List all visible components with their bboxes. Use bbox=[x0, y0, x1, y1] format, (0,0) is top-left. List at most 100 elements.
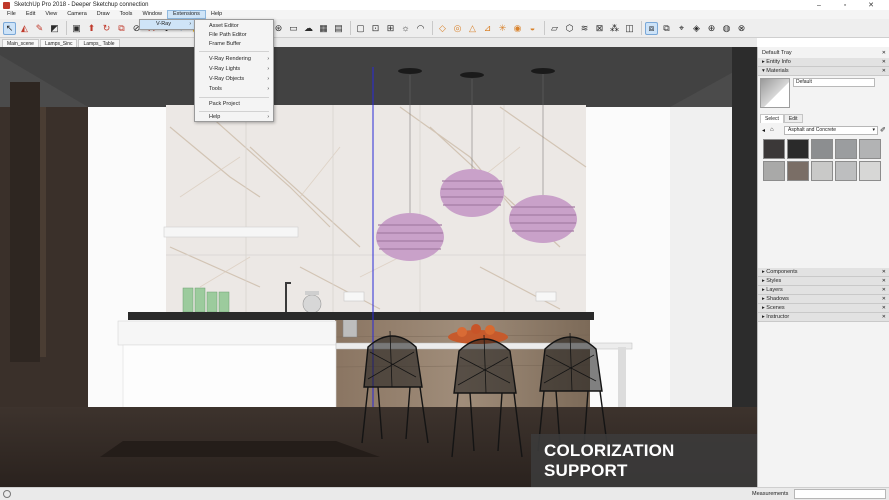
panel-scenes[interactable]: ▸ Scenes ✕ bbox=[758, 304, 889, 313]
close-icon[interactable]: ✕ bbox=[882, 277, 886, 286]
menu-item-tools[interactable]: Tools › bbox=[195, 85, 273, 94]
offset-icon[interactable]: ⧉ bbox=[115, 22, 128, 35]
ext-d-icon[interactable]: ◍ bbox=[720, 22, 733, 35]
material-swatch[interactable] bbox=[835, 139, 857, 159]
push-pull-icon[interactable]: ⬆ bbox=[85, 22, 98, 35]
box-icon[interactable]: ▣ bbox=[70, 22, 83, 35]
close-icon[interactable]: ✕ bbox=[882, 313, 886, 322]
material-swatch[interactable] bbox=[811, 161, 833, 181]
mesh-light-icon[interactable]: ◉ bbox=[511, 22, 524, 35]
menu-item-frame-buffer[interactable]: Frame Buffer bbox=[195, 40, 273, 49]
info-icon[interactable] bbox=[3, 490, 11, 498]
menu-camera[interactable]: Camera bbox=[62, 10, 92, 19]
vray-interactive-icon[interactable]: ▭ bbox=[287, 22, 300, 35]
home-icon[interactable]: ⌂ bbox=[770, 127, 774, 133]
measurements-input[interactable] bbox=[794, 489, 886, 499]
mesh-clipper-icon[interactable]: ⊠ bbox=[593, 22, 606, 35]
omni-light-icon[interactable]: ✳ bbox=[496, 22, 509, 35]
menu-item-vray[interactable]: V-Ray › bbox=[140, 20, 194, 29]
ext-a-icon[interactable]: ⌖ bbox=[675, 22, 688, 35]
scene-tab-lamps-sinc[interactable]: Lamps_Sinc bbox=[39, 39, 78, 47]
menu-item-help[interactable]: Help › bbox=[195, 113, 273, 122]
sphere-light-icon[interactable]: ◎ bbox=[451, 22, 464, 35]
proxy-icon[interactable]: ⬡ bbox=[563, 22, 576, 35]
vray-frame-buffer-icon[interactable]: ▦ bbox=[317, 22, 330, 35]
spot-light-icon[interactable]: △ bbox=[466, 22, 479, 35]
grid-icon[interactable]: ⊞ bbox=[384, 22, 397, 35]
menu-item-file-path-editor[interactable]: File Path Editor bbox=[195, 31, 273, 40]
material-swatch[interactable] bbox=[787, 161, 809, 181]
close-icon[interactable]: ✕ bbox=[882, 49, 886, 58]
panel-materials[interactable]: ▾ Materials ✕ bbox=[758, 67, 889, 76]
menu-draw[interactable]: Draw bbox=[92, 10, 115, 19]
close-icon[interactable]: ✕ bbox=[882, 295, 886, 304]
material-swatch[interactable] bbox=[811, 139, 833, 159]
close-icon[interactable]: ✕ bbox=[882, 286, 886, 295]
menu-item-asset-editor[interactable]: Asset Editor bbox=[195, 22, 273, 31]
material-name-field[interactable]: Default bbox=[793, 78, 875, 87]
fur-icon[interactable]: ≋ bbox=[578, 22, 591, 35]
line-icon[interactable]: ✎ bbox=[33, 22, 46, 35]
back-icon[interactable]: ◂ bbox=[762, 127, 765, 134]
tab-edit[interactable]: Edit bbox=[783, 114, 803, 123]
menu-window[interactable]: Window bbox=[137, 10, 167, 19]
panel-shadows[interactable]: ▸ Shadows ✕ bbox=[758, 295, 889, 304]
material-swatch[interactable] bbox=[787, 139, 809, 159]
model-viewport[interactable]: COLORIZATION SUPPORT bbox=[0, 47, 757, 487]
scatter-icon[interactable]: ⁂ bbox=[608, 22, 621, 35]
close-button[interactable]: ✕ bbox=[858, 0, 884, 10]
menu-item-vray-rendering[interactable]: V-Ray Rendering › bbox=[195, 55, 273, 64]
close-icon[interactable]: ✕ bbox=[882, 268, 886, 277]
menu-view[interactable]: View bbox=[40, 10, 62, 19]
material-swatch[interactable] bbox=[859, 139, 881, 159]
tab-select[interactable]: Select bbox=[760, 114, 784, 123]
close-icon[interactable]: ✕ bbox=[882, 304, 886, 313]
eyedropper-icon[interactable]: ✐ bbox=[880, 126, 886, 134]
panel-components[interactable]: ▸ Components ✕ bbox=[758, 268, 889, 277]
camera-icon[interactable]: ⊡ bbox=[369, 22, 382, 35]
rotate-icon[interactable]: ↻ bbox=[100, 22, 113, 35]
scene-interact-icon[interactable]: ◫ bbox=[623, 22, 636, 35]
panel-layers[interactable]: ▸ Layers ✕ bbox=[758, 286, 889, 295]
ext-c-icon[interactable]: ⊕ bbox=[705, 22, 718, 35]
material-library-select[interactable]: Asphalt and Concrete ▾ bbox=[784, 126, 878, 135]
maximize-button[interactable]: ▫ bbox=[832, 0, 858, 10]
vray-cloud-icon[interactable]: ☁ bbox=[302, 22, 315, 35]
menu-item-vray-objects[interactable]: V-Ray Objects › bbox=[195, 75, 273, 84]
scene-tab-lamps-table[interactable]: Lamps_ Table bbox=[78, 39, 120, 47]
window-icon[interactable]: ▢ bbox=[354, 22, 367, 35]
menu-item-pack-project[interactable]: Pack Project bbox=[195, 100, 273, 109]
panel-entity-info[interactable]: ▸ Entity Info ✕ bbox=[758, 58, 889, 67]
menu-item-vray-lights[interactable]: V-Ray Lights › bbox=[195, 65, 273, 74]
scene-tab-main[interactable]: Main_scene bbox=[2, 39, 39, 47]
infinite-plane-icon[interactable]: ▱ bbox=[548, 22, 561, 35]
menu-edit[interactable]: Edit bbox=[21, 10, 40, 19]
close-icon[interactable]: ✕ bbox=[882, 58, 886, 67]
layout-icon[interactable]: ⧈ bbox=[645, 21, 658, 35]
minimize-button[interactable]: – bbox=[806, 0, 832, 10]
material-swatch[interactable] bbox=[859, 161, 881, 181]
sun-icon[interactable]: ☼ bbox=[399, 22, 412, 35]
ext-b-icon[interactable]: ◈ bbox=[690, 22, 703, 35]
panel-styles[interactable]: ▸ Styles ✕ bbox=[758, 277, 889, 286]
material-swatch[interactable] bbox=[763, 161, 785, 181]
ceiling-shade bbox=[0, 47, 757, 107]
menu-tools[interactable]: Tools bbox=[115, 10, 138, 19]
ext-e-icon[interactable]: ⊗ bbox=[735, 22, 748, 35]
select-icon[interactable]: ↖ bbox=[3, 21, 16, 35]
dome-light-icon[interactable]: ◠ bbox=[414, 22, 427, 35]
material-swatch[interactable] bbox=[835, 161, 857, 181]
material-swatch[interactable] bbox=[763, 139, 785, 159]
close-icon[interactable]: ✕ bbox=[882, 67, 886, 76]
menu-extensions[interactable]: Extensions bbox=[167, 10, 206, 19]
menu-help[interactable]: Help bbox=[206, 10, 227, 19]
paint-icon[interactable]: ◩ bbox=[48, 22, 61, 35]
menu-file[interactable]: File bbox=[2, 10, 21, 19]
eraser-icon[interactable]: ◭ bbox=[18, 22, 31, 35]
send-to-layout-icon[interactable]: ⧉ bbox=[660, 22, 673, 35]
rect-light-icon[interactable]: ◇ bbox=[436, 22, 449, 35]
ambient-light-icon[interactable]: ◒ bbox=[526, 22, 539, 35]
panel-instructor[interactable]: ▸ Instructor ✕ bbox=[758, 313, 889, 322]
vray-options-icon[interactable]: ▤ bbox=[332, 22, 345, 35]
ies-light-icon[interactable]: ⊿ bbox=[481, 22, 494, 35]
